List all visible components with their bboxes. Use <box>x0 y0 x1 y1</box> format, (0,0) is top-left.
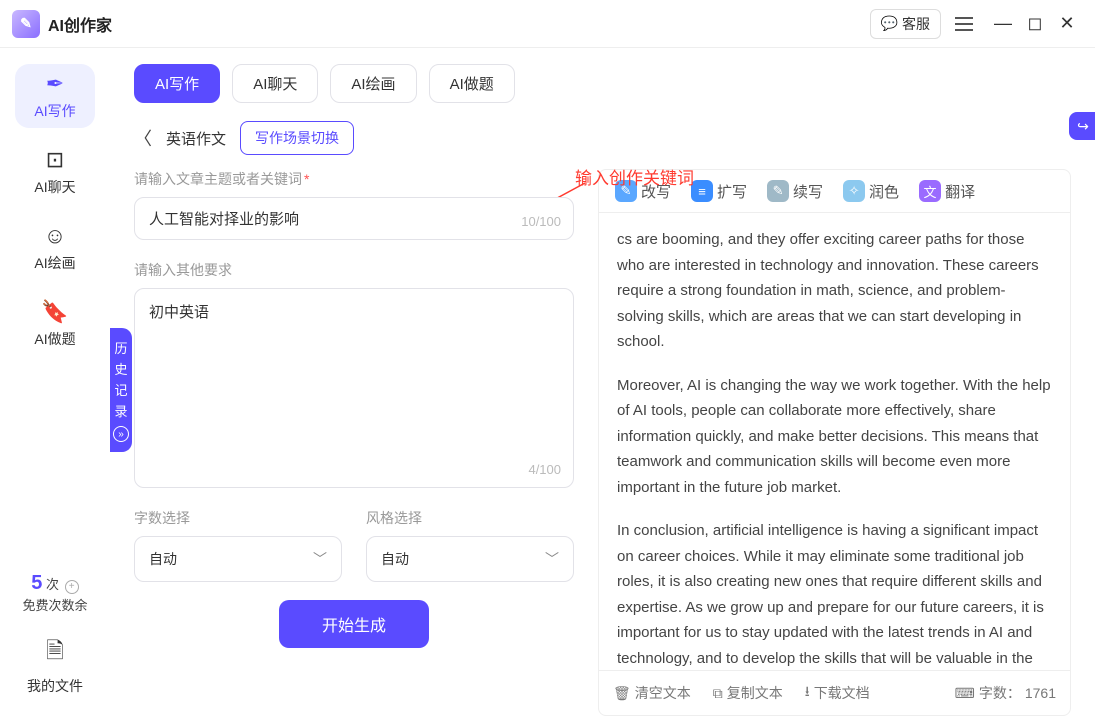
expand-icon: ≡ <box>691 180 713 202</box>
tab-write[interactable]: AI写作 <box>134 64 220 103</box>
history-char: 历 <box>114 338 127 357</box>
menu-icon[interactable] <box>955 17 973 31</box>
sidebar-item-homework[interactable]: 🔖 AI做题 <box>15 292 95 356</box>
sidebar-item-chat[interactable]: ⊡ AI聊天 <box>15 140 95 204</box>
my-files-button[interactable]: 🗎 我的文件 <box>27 634 83 696</box>
history-char: 记 <box>114 380 127 399</box>
chevron-down-icon: ﹀ <box>313 549 327 569</box>
form-panel: 请输入文章主题或者关键词* 10/100 请输入其他要求 初中英语 4/100 … <box>134 169 574 716</box>
sidebar-item-label: AI做题 <box>34 329 75 349</box>
quota-unit: 次 <box>46 577 59 592</box>
pen-icon: ✒ <box>46 71 64 97</box>
trash-icon: 🗑 <box>613 685 631 702</box>
download-button[interactable]: ⭳下载文档 <box>805 681 870 705</box>
download-icon: ⭳ <box>805 681 810 705</box>
quota-sub: 免费次数余 <box>22 595 87 614</box>
wordcount-label: 字数选择 <box>134 508 342 528</box>
tab-homework[interactable]: AI做题 <box>429 64 515 103</box>
output-panel: ✎改写 ≡扩写 ✎续写 ✧润色 文翻译 cs are booming, and … <box>598 169 1071 716</box>
close-button[interactable]: ✕ <box>1051 13 1083 34</box>
history-char: 史 <box>114 359 127 378</box>
cs-label: 客服 <box>902 14 930 34</box>
back-icon[interactable]: 〈 <box>134 125 152 151</box>
app-logo: ✎ <box>12 10 40 38</box>
generate-button[interactable]: 开始生成 <box>279 600 429 648</box>
scene-switch-button[interactable]: 写作场景切换 <box>240 121 354 155</box>
other-label: 请输入其他要求 <box>134 260 574 280</box>
quota-box: 5 次 + 免费次数余 <box>22 572 87 614</box>
copy-button[interactable]: ⧉复制文本 <box>713 683 783 703</box>
history-char: 录 <box>114 401 127 420</box>
style-value: 自动 <box>381 549 409 569</box>
continue-icon: ✎ <box>767 180 789 202</box>
bookmark-icon: 🔖 <box>41 299 68 325</box>
other-input[interactable]: 初中英语 <box>149 301 559 461</box>
count-icon: ⌨ <box>955 685 975 702</box>
wordcount-display: ⌨字数：1761 <box>955 683 1056 703</box>
quota-number: 5 <box>31 572 42 594</box>
output-paragraph: Moreover, AI is changing the way we work… <box>617 373 1052 501</box>
expand-button[interactable]: ≡扩写 <box>691 180 747 202</box>
translate-button[interactable]: 文翻译 <box>919 180 975 202</box>
palette-icon: ☺ <box>44 223 66 249</box>
minimize-button[interactable]: — <box>987 13 1019 34</box>
main-area: 历 史 记 录 » ↪ AI写作 AI聊天 AI绘画 AI做题 〈 英语作文 写… <box>110 48 1095 716</box>
other-counter: 4/100 <box>528 462 561 477</box>
forward-button[interactable]: ↪ <box>1069 112 1095 140</box>
file-icon: 🗎 <box>46 634 64 672</box>
top-tabs: AI写作 AI聊天 AI绘画 AI做题 <box>134 64 1071 103</box>
output-footer: 🗑清空文本 ⧉复制文本 ⭳下载文档 ⌨字数：1761 <box>599 670 1070 715</box>
style-select[interactable]: 自动 ﹀ <box>366 536 574 582</box>
customer-service-button[interactable]: 💬 客服 <box>870 9 941 39</box>
breadcrumb: 英语作文 <box>166 128 226 149</box>
rewrite-icon: ✎ <box>615 180 637 202</box>
sidebar-item-write[interactable]: ✒ AI写作 <box>15 64 95 128</box>
topic-label-row: 请输入文章主题或者关键词* <box>134 169 574 189</box>
style-label: 风格选择 <box>366 508 574 528</box>
rewrite-button[interactable]: ✎改写 <box>615 180 671 202</box>
sidebar-item-label: AI写作 <box>34 101 75 121</box>
chevron-down-icon: ﹀ <box>545 549 559 569</box>
plus-icon[interactable]: + <box>65 580 79 594</box>
chevron-right-icon: » <box>113 426 129 442</box>
topic-field-box: 10/100 <box>134 197 574 240</box>
topic-input[interactable] <box>149 210 559 227</box>
translate-icon: 文 <box>919 180 941 202</box>
my-files-label: 我的文件 <box>27 676 83 696</box>
required-star: * <box>304 171 309 187</box>
sidebar-item-draw[interactable]: ☺ AI绘画 <box>15 216 95 280</box>
chat-bubble-icon: ⊡ <box>46 147 64 173</box>
maximize-button[interactable]: ◻ <box>1019 13 1051 34</box>
output-text[interactable]: cs are booming, and they offer exciting … <box>599 213 1070 670</box>
topic-label: 请输入文章主题或者关键词 <box>134 171 302 187</box>
wordcount-value: 自动 <box>149 549 177 569</box>
polish-icon: ✧ <box>843 180 865 202</box>
other-field-box: 初中英语 4/100 <box>134 288 574 488</box>
app-title: AI创作家 <box>48 12 112 36</box>
titlebar: ✎ AI创作家 💬 客服 — ◻ ✕ <box>0 0 1095 48</box>
continue-button[interactable]: ✎续写 <box>767 180 823 202</box>
polish-button[interactable]: ✧润色 <box>843 180 899 202</box>
chat-icon: 💬 <box>881 15 898 32</box>
wordcount-select[interactable]: 自动 ﹀ <box>134 536 342 582</box>
tab-draw[interactable]: AI绘画 <box>330 64 416 103</box>
copy-icon: ⧉ <box>713 685 723 702</box>
sidebar-item-label: AI绘画 <box>34 253 75 273</box>
topic-counter: 10/100 <box>521 214 561 229</box>
output-paragraph: In conclusion, artificial intelligence i… <box>617 518 1052 670</box>
sub-nav: 〈 英语作文 写作场景切换 <box>134 121 1071 155</box>
sidebar: ✒ AI写作 ⊡ AI聊天 ☺ AI绘画 🔖 AI做题 5 次 + 免费次数余 … <box>0 48 110 716</box>
history-tab[interactable]: 历 史 记 录 » <box>110 328 132 452</box>
clear-button[interactable]: 🗑清空文本 <box>613 683 691 703</box>
tab-chat[interactable]: AI聊天 <box>232 64 318 103</box>
sidebar-item-label: AI聊天 <box>34 177 75 197</box>
action-strip: ✎改写 ≡扩写 ✎续写 ✧润色 文翻译 <box>599 170 1070 213</box>
output-paragraph: cs are booming, and they offer exciting … <box>617 227 1052 355</box>
